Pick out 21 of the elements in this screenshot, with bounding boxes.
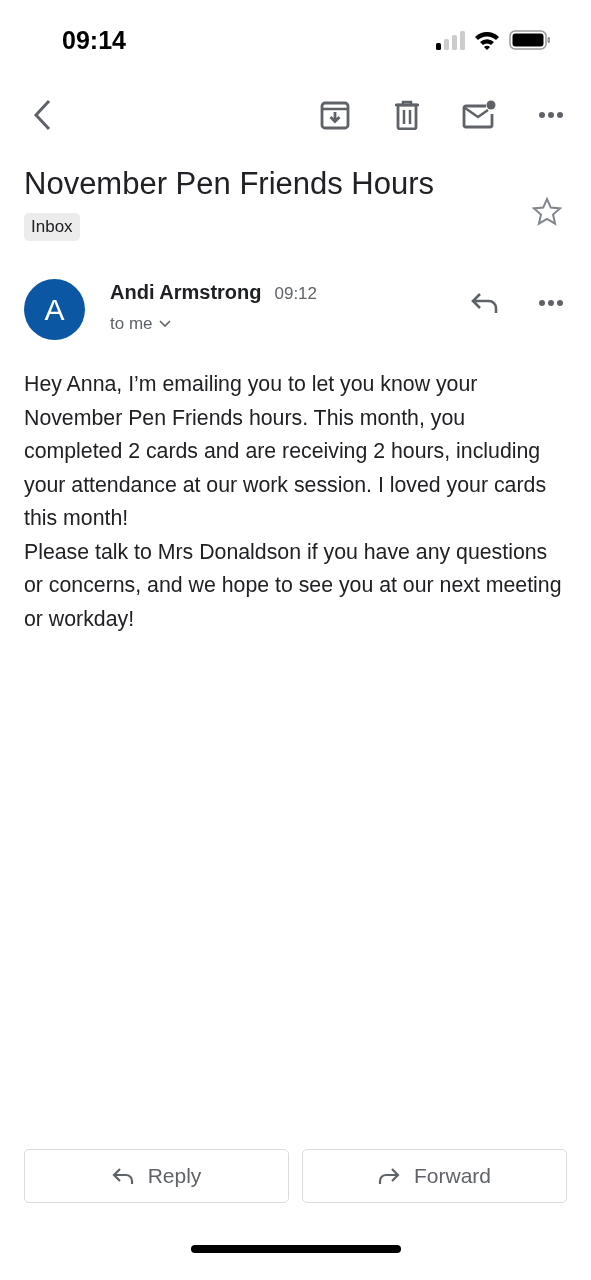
battery-icon xyxy=(509,30,551,50)
inbox-label: Inbox xyxy=(24,213,80,241)
status-time: 09:14 xyxy=(62,25,126,55)
forward-action-button[interactable]: Forward xyxy=(302,1149,567,1203)
sender-name: Andi Armstrong xyxy=(110,281,262,304)
more-icon xyxy=(538,111,564,119)
sender-avatar: A xyxy=(24,279,85,340)
message-paragraph: Please talk to Mrs Donaldson if you have any questions or concerns, and we hope to see you at our next meeting or workday! xyxy=(24,538,563,633)
forward-icon xyxy=(378,1167,400,1185)
message-time: 09:12 xyxy=(274,284,318,304)
reply-icon xyxy=(471,292,499,314)
wifi-icon xyxy=(474,30,500,50)
email-subject: November Pen Friends Hours xyxy=(24,165,435,203)
more-icon xyxy=(538,299,564,307)
reply-action-button[interactable]: Reply xyxy=(24,1149,289,1203)
message-paragraph: Hey Anna, I’m emailing you to let you know your November Pen Friends hours. This month, you completed 2 cards and are receiving 2 hours, including your attendance at our work session. I loved your cards this month! xyxy=(24,371,548,532)
reply-icon xyxy=(111,1167,134,1185)
chevron-down-icon xyxy=(158,320,171,328)
recipient-toggle[interactable]: to me xyxy=(110,314,318,334)
back-icon xyxy=(31,98,53,132)
signal-icon xyxy=(436,30,465,50)
